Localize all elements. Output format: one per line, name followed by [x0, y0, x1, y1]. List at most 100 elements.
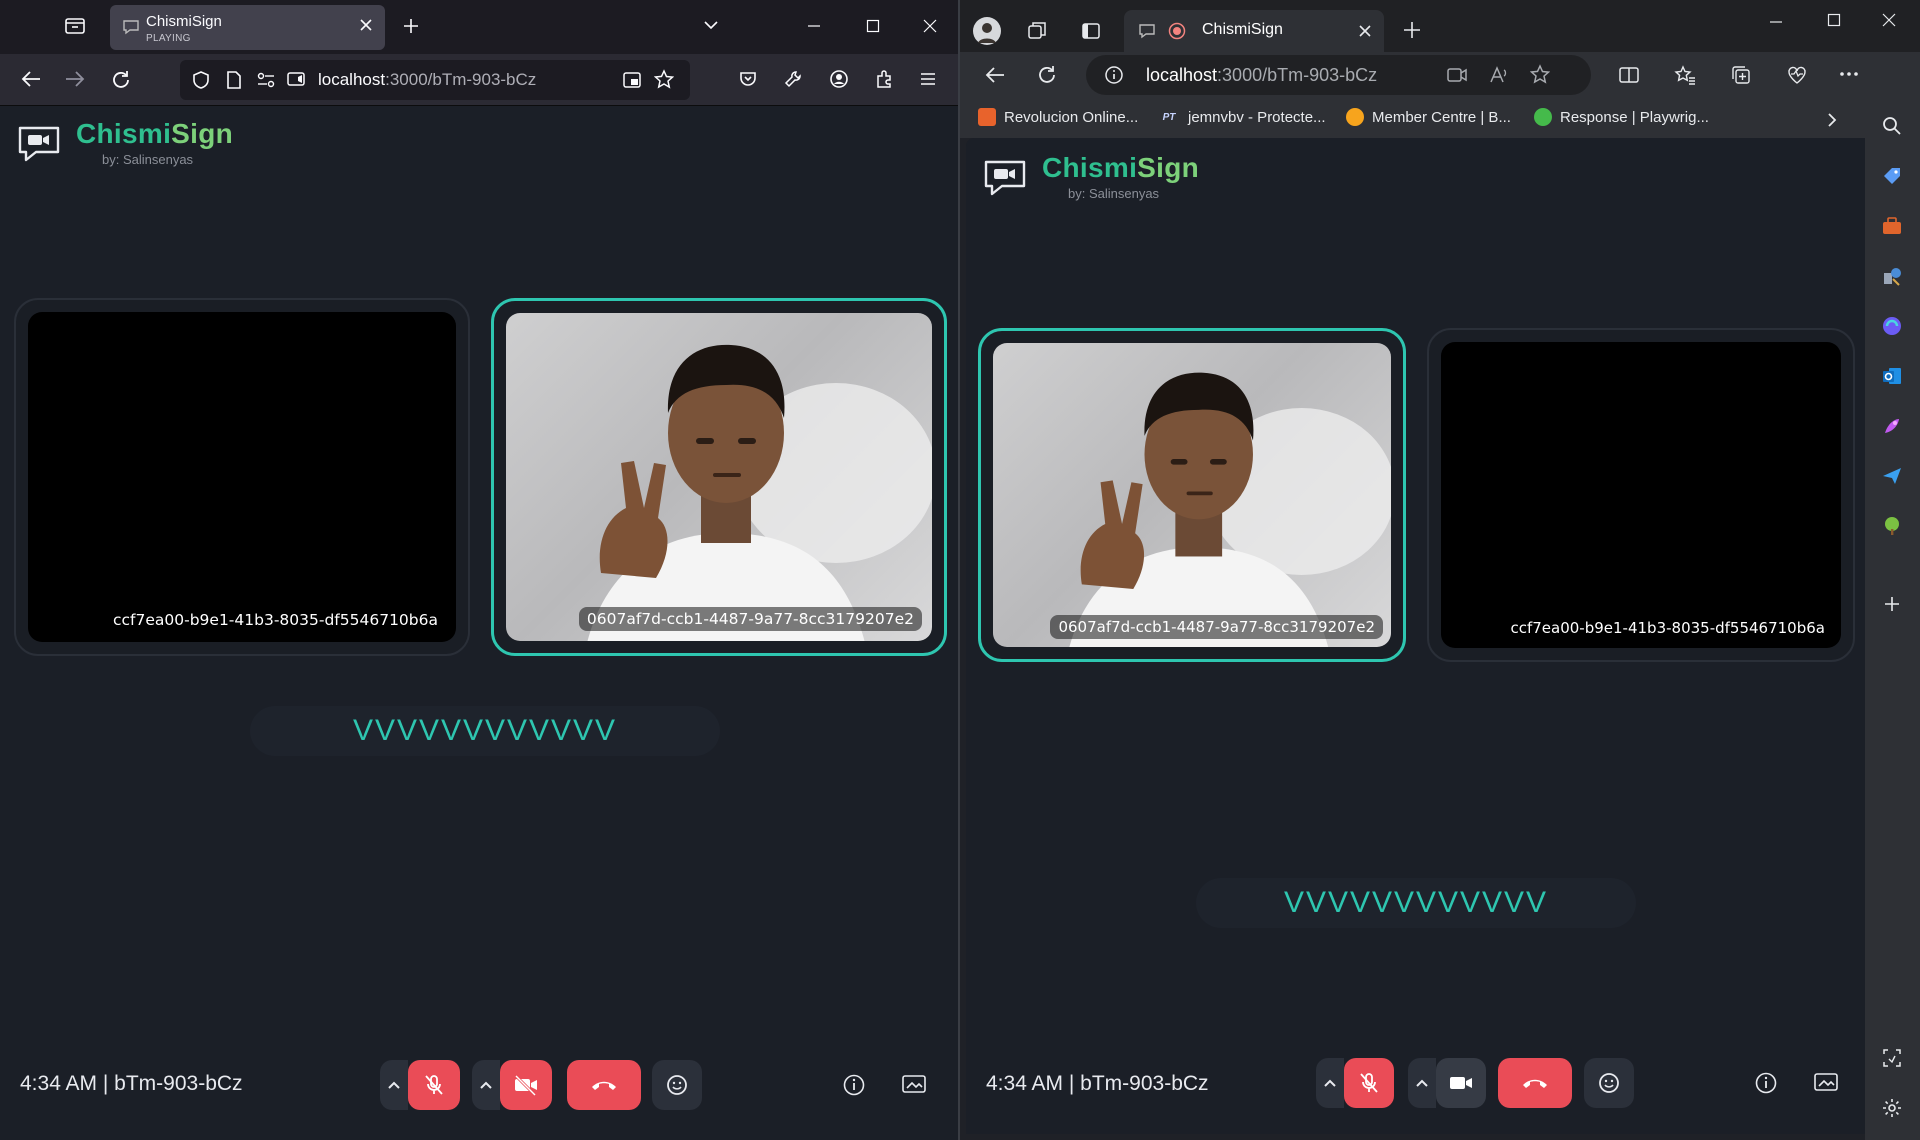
collections-icon[interactable]	[1730, 64, 1752, 86]
tab-bar: ChismiSign PLAYING	[0, 0, 958, 54]
info-icon[interactable]	[1104, 65, 1124, 85]
workspaces-icon[interactable]	[1026, 20, 1048, 42]
end-call-button[interactable]	[1498, 1058, 1572, 1108]
participant-tile[interactable]: ccf7ea00-b9e1-41b3-8035-df5546710b6a	[14, 298, 470, 656]
url-text[interactable]: localhost:3000/bTm-903-bCz	[1146, 65, 1377, 86]
participant-tile[interactable]: ccf7ea00-b9e1-41b3-8035-df5546710b6a	[1427, 328, 1855, 662]
extensions-icon[interactable]	[874, 69, 894, 89]
reactions-button[interactable]	[652, 1060, 702, 1110]
camera-sharing-icon[interactable]	[286, 70, 306, 88]
url-host: localhost	[1146, 65, 1218, 85]
chevron-right-icon[interactable]	[1826, 112, 1838, 128]
camera-toggle-button[interactable]	[500, 1060, 552, 1110]
back-icon[interactable]	[20, 69, 42, 89]
smiley-icon	[1599, 1073, 1619, 1093]
address-bar[interactable]: localhost:3000/bTm-903-bCz	[1086, 55, 1591, 95]
search-icon[interactable]	[1880, 114, 1904, 138]
meeting-info-button[interactable]	[834, 1065, 874, 1105]
firefox-window: ChismiSign PLAYING localhost:3000/bTm-90…	[0, 0, 960, 1140]
bookmark-star-icon[interactable]	[654, 69, 674, 89]
participant-tile-active[interactable]: 0607af7d-ccb1-4487-9a77-8cc3179207e2	[491, 298, 947, 656]
address-bar[interactable]: localhost:3000/bTm-903-bCz	[180, 60, 690, 100]
participant-id-label: 0607af7d-ccb1-4487-9a77-8cc3179207e2	[578, 607, 922, 631]
mic-options-caret[interactable]	[1316, 1058, 1344, 1108]
maximize-icon[interactable]	[865, 18, 881, 34]
close-tab-icon[interactable]	[359, 18, 373, 32]
minimize-icon[interactable]	[806, 18, 822, 34]
favorite-item[interactable]: Response | Playwrig...	[1534, 108, 1709, 126]
chat-icon	[1814, 1073, 1838, 1091]
favorites-icon[interactable]	[1674, 64, 1696, 86]
brand-byline: by: Salinsenyas	[102, 152, 194, 167]
mic-toggle-button[interactable]	[1344, 1058, 1394, 1108]
chevron-down-icon[interactable]	[702, 18, 720, 32]
tab-bar: ChismiSign	[960, 0, 1920, 56]
new-tab-icon[interactable]	[1402, 20, 1422, 40]
list-all-tabs-icon[interactable]	[64, 16, 86, 36]
favorite-item[interactable]: PT jemnvbv - Protecte...	[1158, 108, 1326, 126]
maximize-icon[interactable]	[1826, 12, 1842, 28]
copilot-sidebar-icon[interactable]	[1880, 314, 1904, 338]
screenshot-icon[interactable]	[1880, 1046, 1904, 1070]
outlook-icon[interactable]	[1880, 364, 1904, 388]
mic-options-caret[interactable]	[380, 1060, 408, 1110]
chat-bubble-logo-icon	[982, 154, 1028, 201]
meeting-info-button[interactable]	[1746, 1063, 1786, 1103]
more-options-icon[interactable]	[1838, 70, 1860, 78]
tab-chismisign[interactable]: ChismiSign PLAYING	[110, 5, 385, 50]
send-icon[interactable]	[1880, 464, 1904, 488]
mic-toggle-button[interactable]	[408, 1060, 460, 1110]
profile-avatar[interactable]	[972, 16, 1002, 46]
reload-icon[interactable]	[110, 69, 132, 91]
end-call-button[interactable]	[567, 1060, 641, 1110]
menu-icon[interactable]	[918, 69, 938, 89]
close-tab-icon[interactable]	[1358, 24, 1372, 38]
forward-icon[interactable]	[64, 69, 86, 89]
minimize-icon[interactable]	[1768, 14, 1784, 30]
picture-in-picture-icon[interactable]	[622, 70, 642, 90]
split-screen-icon[interactable]	[1618, 65, 1640, 85]
pocket-icon[interactable]	[738, 69, 758, 89]
favorite-favicon	[1346, 108, 1364, 126]
close-window-icon[interactable]	[1881, 12, 1897, 28]
reload-icon[interactable]	[1036, 64, 1058, 86]
video-off-icon	[514, 1074, 537, 1096]
chat-bubble-icon	[122, 19, 140, 35]
chat-button[interactable]	[1806, 1063, 1846, 1103]
tools-briefcase-icon[interactable]	[1880, 214, 1904, 238]
account-icon[interactable]	[829, 69, 849, 89]
tab-actions-icon[interactable]	[1080, 20, 1102, 42]
participant-tile-active[interactable]: 0607af7d-ccb1-4487-9a77-8cc3179207e2	[978, 328, 1406, 662]
url-text[interactable]: localhost:3000/bTm-903-bCz	[318, 70, 536, 90]
video-feed-off	[28, 312, 456, 642]
tab-chismisign[interactable]: ChismiSign	[1124, 10, 1384, 52]
edge-window: ChismiSign localhost:3000/bTm-903-bCz Re…	[960, 0, 1920, 1140]
favorite-item[interactable]: Revolucion Online...	[978, 108, 1138, 126]
camera-toggle-button[interactable]	[1436, 1058, 1486, 1108]
close-window-icon[interactable]	[922, 18, 938, 34]
read-aloud-icon[interactable]	[1488, 65, 1510, 85]
back-icon[interactable]	[984, 65, 1006, 85]
camera-in-use-icon[interactable]	[1446, 65, 1468, 85]
new-tab-icon[interactable]	[402, 17, 420, 35]
games-icon[interactable]	[1880, 264, 1904, 288]
page-icon[interactable]	[226, 70, 242, 90]
shield-icon[interactable]	[192, 70, 210, 90]
settings-gear-icon[interactable]	[1880, 1096, 1904, 1120]
shopping-tag-icon[interactable]	[1880, 164, 1904, 188]
favorite-star-icon[interactable]	[1530, 64, 1550, 84]
video-on-icon	[1450, 1077, 1472, 1089]
wrench-icon[interactable]	[783, 69, 803, 89]
video-feed	[506, 313, 932, 641]
reactions-button[interactable]	[1584, 1058, 1634, 1108]
designer-icon[interactable]	[1880, 414, 1904, 438]
app-logo: ChismiSign by: Salinsenyas	[982, 152, 1199, 201]
tree-icon[interactable]	[1880, 514, 1904, 538]
permissions-icon[interactable]	[256, 71, 276, 89]
chat-button[interactable]	[894, 1065, 934, 1105]
camera-options-caret[interactable]	[472, 1060, 500, 1110]
camera-options-caret[interactable]	[1408, 1058, 1436, 1108]
favorite-item[interactable]: Member Centre | B...	[1346, 108, 1511, 126]
browser-essentials-icon[interactable]	[1786, 64, 1808, 86]
add-icon[interactable]	[1880, 592, 1904, 616]
